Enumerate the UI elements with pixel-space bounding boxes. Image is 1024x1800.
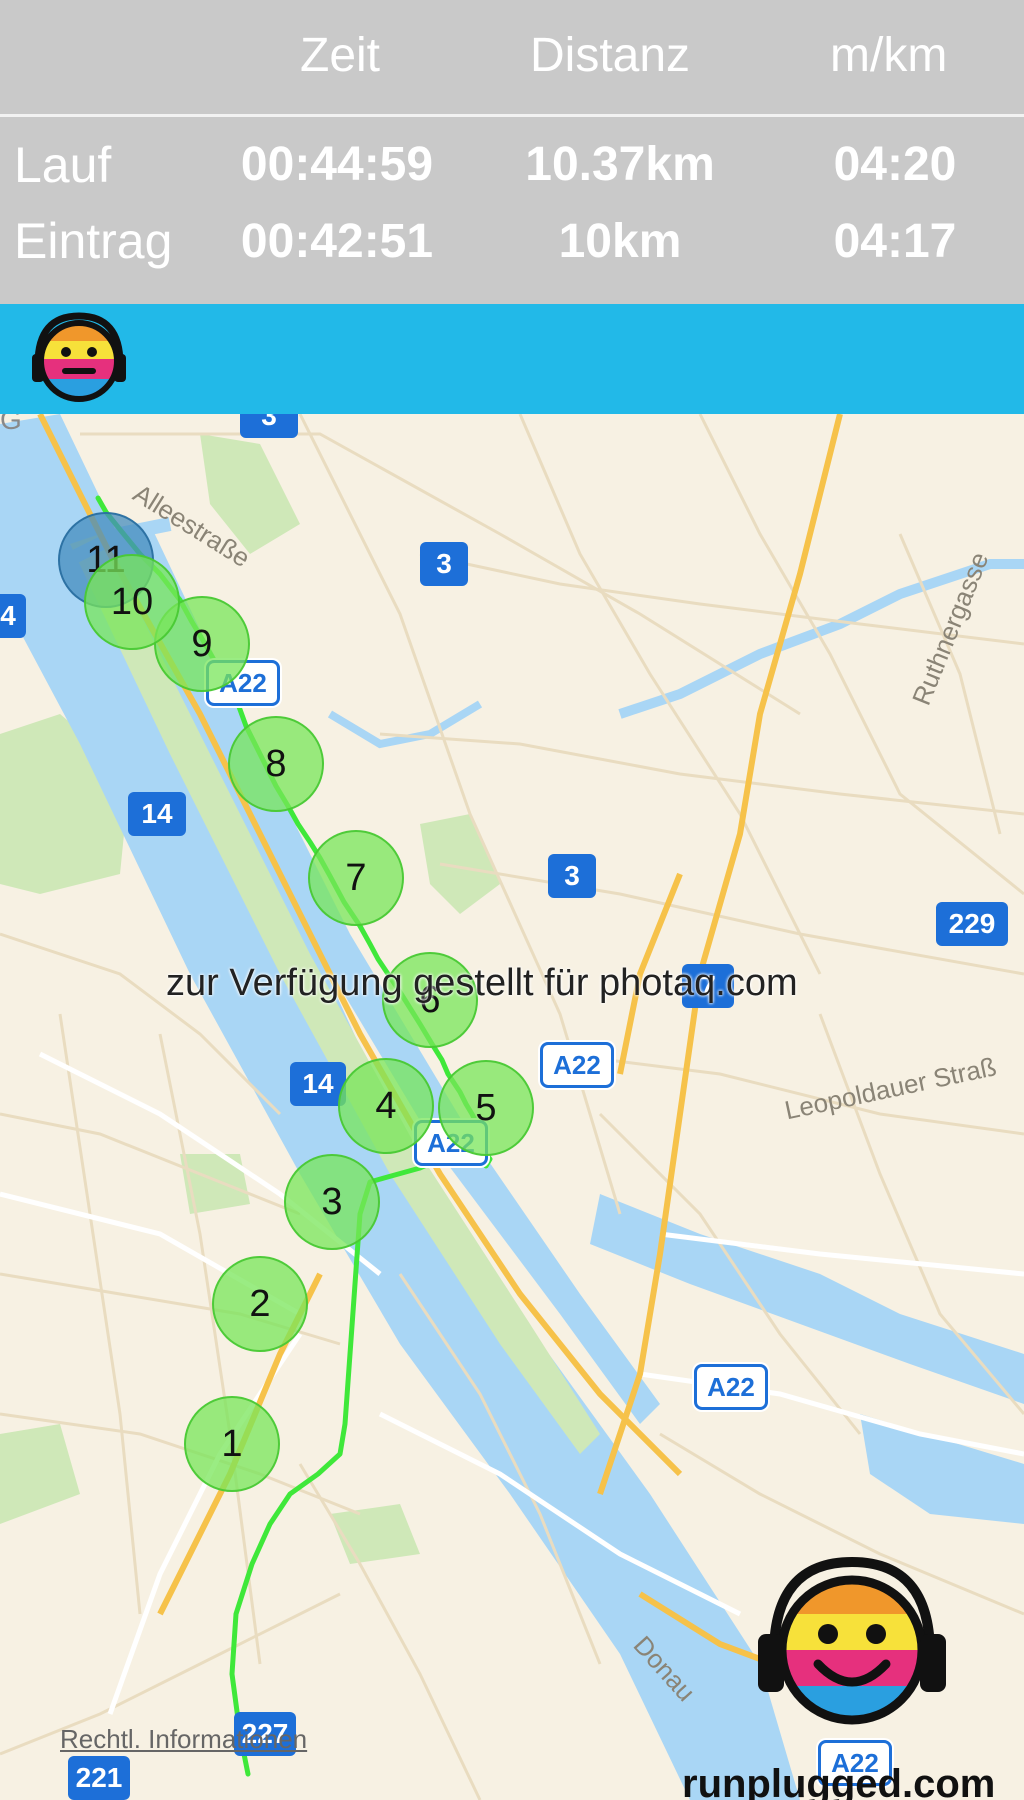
- app-banner: [0, 304, 1024, 414]
- km-marker-2[interactable]: 2: [212, 1256, 308, 1352]
- route-shield-3-top: 3: [240, 414, 298, 438]
- route-shield-221: 221: [68, 1756, 130, 1800]
- km-marker-4[interactable]: 4: [338, 1058, 434, 1154]
- stats-panel: Zeit Distanz m/km Lauf 00:44:59 10.37km …: [0, 0, 1024, 304]
- entry-time: 00:42:51: [240, 215, 434, 268]
- run-pace: 04:20: [833, 138, 957, 191]
- run-distance: 10.37km: [525, 138, 715, 191]
- entry-distance: 10km: [558, 215, 682, 268]
- smiley-headphones-icon[interactable]: [24, 304, 134, 414]
- entry-pace: 04:17: [833, 215, 957, 268]
- header-time: Zeit: [300, 29, 381, 82]
- row-label-run: Lauf: [14, 137, 112, 193]
- map-edge-label-g: G: [0, 414, 22, 435]
- km-marker-1[interactable]: 1: [184, 1396, 280, 1492]
- km-marker-10[interactable]: 10: [84, 554, 180, 650]
- route-shield-4: 4: [0, 594, 26, 638]
- highway-shield-a22-2: A22: [540, 1042, 614, 1088]
- header-distance: Distanz: [530, 29, 691, 82]
- legal-info-link[interactable]: Rechtl. Informationen: [60, 1724, 307, 1755]
- route-shield-3: 3: [420, 542, 468, 586]
- route-shield-14: 14: [128, 792, 186, 836]
- runplugged-logo-icon: [758, 1556, 946, 1725]
- watermark-text: zur Verfügung gestellt für photaq.com: [166, 962, 798, 1004]
- route-map[interactable]: Alleestraße Ruthnergasse Leopoldauer Str…: [0, 414, 1024, 1800]
- km-marker-8[interactable]: 8: [228, 716, 324, 812]
- run-time: 00:44:59: [240, 138, 434, 191]
- km-marker-7[interactable]: 7: [308, 830, 404, 926]
- row-label-entry: Eintrag: [14, 213, 173, 269]
- route-shield-3-b: 3: [548, 854, 596, 898]
- highway-shield-a22-4: A22: [694, 1364, 768, 1410]
- header-pace: m/km: [830, 29, 948, 82]
- km-marker-3[interactable]: 3: [284, 1154, 380, 1250]
- header-divider: [0, 114, 1024, 117]
- km-marker-5[interactable]: 5: [438, 1060, 534, 1156]
- brand-url[interactable]: runplugged.com: [682, 1762, 995, 1800]
- route-shield-229: 229: [936, 902, 1008, 946]
